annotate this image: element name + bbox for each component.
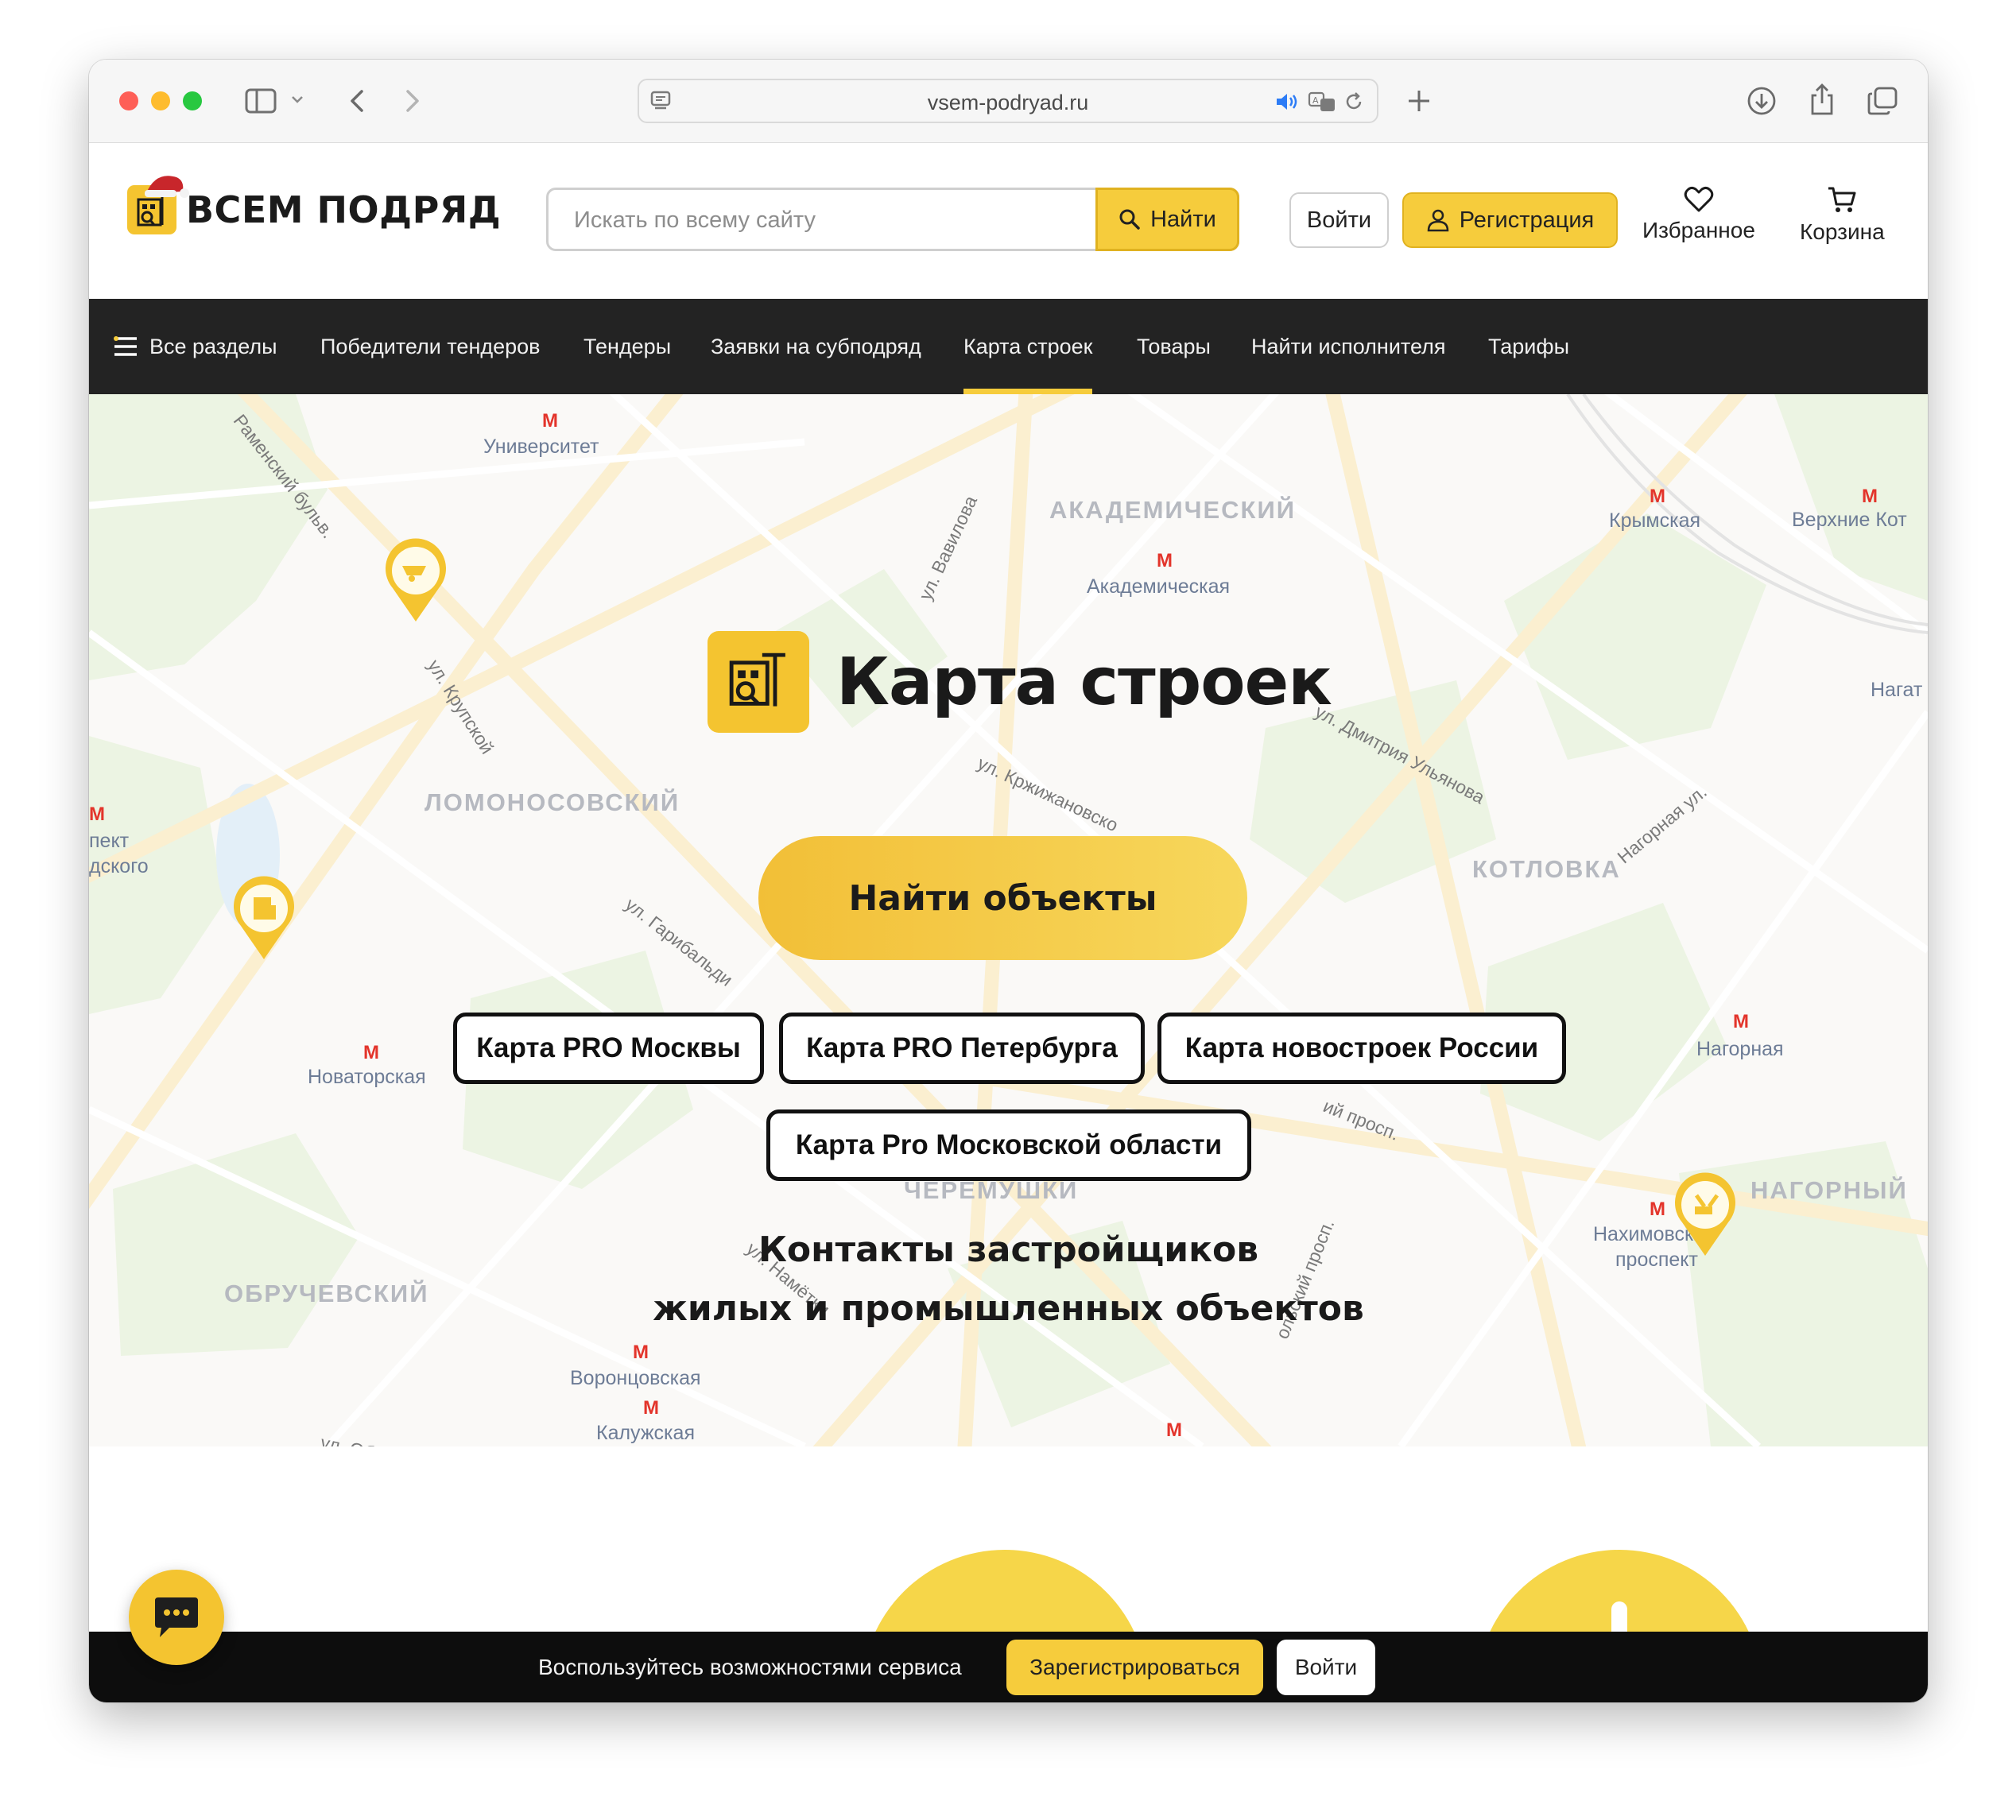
metro-icon: M xyxy=(633,1342,649,1363)
logo-icon xyxy=(127,176,189,234)
forward-icon[interactable] xyxy=(401,85,425,117)
user-icon xyxy=(1427,209,1448,232)
main-nav: Все разделы Победители тендеров Тендеры … xyxy=(89,299,1928,394)
building-icon xyxy=(234,876,294,959)
map-station-label: Нагат xyxy=(1871,679,1923,701)
map-station-label: Новаторская xyxy=(308,1066,426,1088)
nav-all-sections[interactable]: Все разделы xyxy=(113,299,277,394)
menu-icon xyxy=(114,336,137,356)
banner-login-button[interactable]: Войти xyxy=(1277,1640,1375,1695)
page-title: Карта строек xyxy=(836,644,1332,720)
back-icon[interactable] xyxy=(345,85,369,117)
new-tab-icon[interactable] xyxy=(1405,87,1433,115)
map-station-label: Университет xyxy=(483,436,599,458)
metro-icon: M xyxy=(1862,486,1878,507)
hero-subtitle-line: жилых и промышленных объектов xyxy=(653,1288,1364,1329)
site-logo[interactable]: ВСЕМ ПОДРЯД xyxy=(127,176,502,234)
favorites-link[interactable]: Избранное xyxy=(1642,186,1755,243)
chat-icon xyxy=(155,1597,198,1637)
close-window-button[interactable] xyxy=(119,91,138,110)
metro-icon: M xyxy=(643,1397,659,1419)
map-link-russia-newbuilds[interactable]: Карта новостроек России xyxy=(1157,1013,1566,1084)
metro-icon: M xyxy=(89,804,105,825)
metro-icon: M xyxy=(1157,550,1173,571)
map-station-label: Калужская xyxy=(596,1422,695,1444)
hero-subtitle: Контакты застройщиков жилых и промышленн… xyxy=(89,1221,1928,1338)
nav-item-label: Все разделы xyxy=(149,334,277,358)
map-station-label: пект xyxy=(89,830,130,852)
address-bar[interactable]: vsem-podryad.ru A xyxy=(638,79,1378,123)
metro-icon: M xyxy=(1650,486,1665,507)
search-button[interactable]: Найти xyxy=(1095,188,1239,251)
nav-tender-winners[interactable]: Победители тендеров xyxy=(320,299,541,394)
search-icon xyxy=(1119,209,1140,230)
map-district-label: КОТЛОВКА xyxy=(1472,855,1621,883)
site-search: Найти xyxy=(546,188,1239,251)
signup-banner: Воспользуйтесь возможностями сервиса Зар… xyxy=(89,1632,1928,1702)
hero-section: АКАДЕМИЧЕСКИЙ ЛОМОНОСОВСКИЙ КОТЛОВКА ЧЕР… xyxy=(89,394,1928,1446)
map-district-label: НАГОРНЫЙ xyxy=(1750,1176,1908,1204)
search-button-label: Найти xyxy=(1150,206,1216,232)
construction-map-icon xyxy=(708,631,809,733)
site-header: ВСЕМ ПОДРЯД Найти Войти Регистрация Избр… xyxy=(89,143,1928,299)
map-link-moscow-region[interactable]: Карта Pro Московской области xyxy=(766,1109,1251,1181)
banner-register-button[interactable]: Зарегистрироваться xyxy=(1006,1640,1263,1695)
map-station-label: Воронцовская xyxy=(570,1367,701,1389)
translate-icon[interactable]: A xyxy=(1307,90,1339,114)
metro-icon: M xyxy=(363,1042,379,1063)
cart-icon xyxy=(1828,187,1856,212)
cart-label: Корзина xyxy=(1800,219,1885,244)
santa-hat-icon xyxy=(145,176,189,198)
find-objects-button[interactable]: Найти объекты xyxy=(758,836,1247,960)
download-icon[interactable] xyxy=(1746,85,1778,117)
svg-text:A: A xyxy=(1312,95,1319,106)
metro-icon: M xyxy=(1650,1198,1665,1220)
cart-link[interactable]: Корзина xyxy=(1800,186,1885,245)
wheelbarrow-icon xyxy=(386,538,446,622)
map-link-petersburg[interactable]: Карта PRO Петербурга xyxy=(779,1013,1145,1084)
map-link-moscow[interactable]: Карта PRO Москвы xyxy=(453,1013,764,1084)
nav-goods[interactable]: Товары xyxy=(1137,299,1211,394)
metro-icon: M xyxy=(1166,1419,1182,1441)
nav-pricing[interactable]: Тарифы xyxy=(1488,299,1569,394)
hero-title-block: Карта строек xyxy=(708,631,1332,733)
reload-icon[interactable] xyxy=(1342,90,1366,114)
map-district-label: АКАДЕМИЧЕСКИЙ xyxy=(1049,496,1297,524)
browser-window: vsem-podryad.ru A ВСЕМ ПОДРЯД Искать по … xyxy=(89,60,1928,1702)
chat-button[interactable] xyxy=(129,1570,224,1665)
hero-subtitle-line: Контакты застройщиков xyxy=(758,1229,1259,1270)
nav-tenders[interactable]: Тендеры xyxy=(583,299,671,394)
favorites-label: Избранное xyxy=(1642,218,1755,242)
login-button[interactable]: Войти xyxy=(1289,192,1389,248)
register-button[interactable]: Регистрация xyxy=(1402,192,1618,248)
metro-icon: M xyxy=(542,410,558,432)
map-pin[interactable] xyxy=(380,537,452,625)
maximize-window-button[interactable] xyxy=(183,91,202,110)
map-station-label: Нагорная xyxy=(1696,1038,1784,1060)
banner-text: Воспользуйтесь возможностями сервиса xyxy=(538,1654,962,1679)
map-station-label: Академическая xyxy=(1087,575,1231,598)
speaker-icon[interactable] xyxy=(1274,90,1301,114)
logo-text: ВСЕМ ПОДРЯД xyxy=(186,188,502,231)
metro-icon: M xyxy=(1733,1011,1749,1032)
share-icon[interactable] xyxy=(1806,82,1838,117)
minimize-window-button[interactable] xyxy=(151,91,170,110)
map-pin[interactable] xyxy=(228,875,300,962)
register-button-label: Регистрация xyxy=(1459,207,1595,233)
nav-find-contractor[interactable]: Найти исполнителя xyxy=(1251,299,1445,394)
sidebar-toggle-icon[interactable] xyxy=(245,87,277,115)
nav-subcontract-requests[interactable]: Заявки на субподряд xyxy=(711,299,921,394)
heart-icon xyxy=(1684,186,1714,212)
tab-overview-icon[interactable] xyxy=(1866,85,1899,117)
search-input[interactable] xyxy=(572,190,1084,250)
map-station-label: дского xyxy=(89,855,149,877)
browser-toolbar: vsem-podryad.ru A xyxy=(89,60,1928,143)
nav-construction-map[interactable]: Карта строек xyxy=(963,299,1093,394)
url-text: vsem-podryad.ru xyxy=(927,91,1089,114)
map-district-label: ЛОМОНОСОВСКИЙ xyxy=(425,788,680,816)
map-station-label: Крымская xyxy=(1609,509,1701,532)
map-station-label: Верхние Кот xyxy=(1792,509,1907,531)
chevron-down-icon[interactable] xyxy=(289,91,305,107)
